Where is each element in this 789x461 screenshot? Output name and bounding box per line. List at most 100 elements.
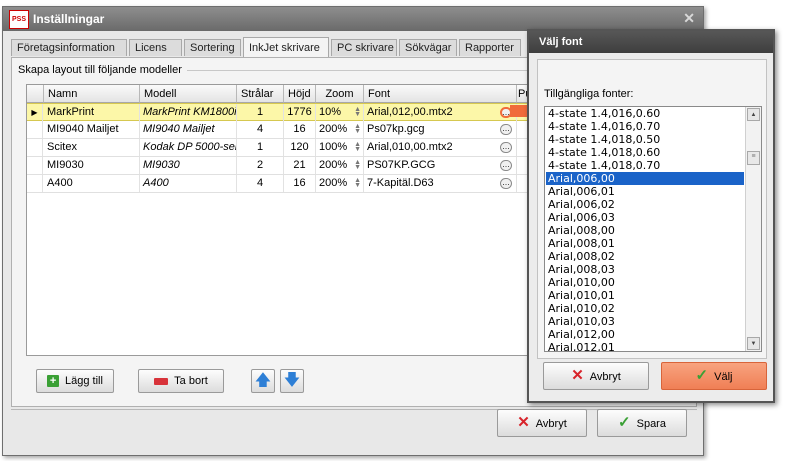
cell-namn[interactable]: A400: [44, 175, 140, 192]
plus-icon: +: [47, 375, 60, 388]
tab-inkjet-skrivare[interactable]: InkJet skrivare: [243, 37, 329, 57]
list-item[interactable]: Arial,010,02: [546, 302, 744, 315]
grid-header-font[interactable]: Font: [364, 85, 517, 103]
settings-title-bar[interactable]: PSS Inställningar ✕: [3, 7, 703, 31]
browse-font-button[interactable]: …: [500, 160, 512, 171]
list-item[interactable]: 4-state 1.4,016,0.70: [546, 120, 744, 133]
cell-namn[interactable]: MI9030: [44, 157, 140, 174]
list-item[interactable]: Arial,012,01: [546, 341, 744, 351]
font-value: Ps07kp.gcg: [367, 123, 425, 135]
list-item[interactable]: 4-state 1.4,018,0.50: [546, 133, 744, 146]
spinner-icon[interactable]: ▲ ▼: [354, 159, 361, 171]
cell-stralar[interactable]: 4: [237, 121, 284, 138]
scrollbar-thumb[interactable]: ≡: [747, 151, 760, 165]
tab-pc-skrivare[interactable]: PC skrivare: [331, 39, 397, 56]
cell-modell[interactable]: MarkPrint KM1800i: [140, 104, 237, 121]
list-item-selected[interactable]: Arial,006,00: [546, 172, 744, 185]
app-logo-icon: PSS: [9, 10, 29, 29]
spinner-icon[interactable]: ▲ ▼: [354, 106, 361, 118]
font-list-scrollbar[interactable]: ▲ ≡ ▼: [745, 107, 761, 351]
printer-model-grid[interactable]: Namn Modell Strålar Höjd Zoom Font Pu ▶ …: [26, 84, 529, 356]
cell-hojd[interactable]: 1776: [284, 104, 316, 121]
browse-font-button[interactable]: …: [500, 142, 512, 153]
add-button[interactable]: + Lägg till: [36, 369, 114, 393]
cell-font[interactable]: Arial,010,00.mtx2…: [364, 139, 517, 156]
cell-zoom[interactable]: 200% ▲ ▼: [316, 157, 364, 174]
list-item[interactable]: Arial,008,01: [546, 237, 744, 250]
tab-rapporter[interactable]: Rapporter: [459, 39, 521, 56]
table-row[interactable]: Scitex Kodak DP 5000-ser. 1 120 100% ▲ ▼ A…: [27, 139, 528, 157]
browse-font-button[interactable]: …: [500, 178, 512, 189]
cell-font[interactable]: Ps07kp.gcg …: [364, 121, 517, 138]
browse-font-button[interactable]: …: [500, 124, 512, 135]
cell-hojd[interactable]: 21: [284, 157, 316, 174]
list-item[interactable]: 4-state 1.4,018,0.70: [546, 159, 744, 172]
list-item[interactable]: Arial,012,00: [546, 328, 744, 341]
list-item[interactable]: Arial,010,03: [546, 315, 744, 328]
cell-hojd[interactable]: 16: [284, 121, 316, 138]
checkmark-icon: ✓: [695, 367, 709, 384]
close-icon: ✕: [571, 367, 584, 384]
cell-modell[interactable]: MI9040 Mailjet: [140, 121, 237, 138]
list-item[interactable]: Arial,010,00: [546, 276, 744, 289]
cell-zoom[interactable]: 200% ▲ ▼: [316, 175, 364, 192]
cell-stralar[interactable]: 1: [237, 104, 284, 121]
cell-zoom[interactable]: 100% ▲ ▼: [316, 139, 364, 156]
table-row[interactable]: ▶ MarkPrint MarkPrint KM1800i 1 1776 10%…: [27, 103, 528, 121]
font-cancel-button[interactable]: ✕ Avbryt: [543, 362, 649, 390]
grid-header-modell[interactable]: Modell: [140, 85, 237, 103]
remove-button[interactable]: Ta bort: [138, 369, 224, 393]
list-item[interactable]: Arial,008,03: [546, 263, 744, 276]
tab-licens[interactable]: Licens: [129, 39, 182, 56]
cell-font[interactable]: Arial,012,00.mtx2…: [364, 104, 517, 121]
cell-zoom[interactable]: 10% ▲ ▼: [316, 104, 364, 121]
list-item[interactable]: 4-state 1.4,018,0.60: [546, 146, 744, 159]
cell-namn[interactable]: Scitex: [44, 139, 140, 156]
cell-modell[interactable]: MI9030: [140, 157, 237, 174]
font-list[interactable]: 4-state 1.4,016,0.60 4-state 1.4,016,0.7…: [544, 106, 762, 352]
move-up-button[interactable]: 🡅: [251, 369, 275, 393]
cell-hojd[interactable]: 120: [284, 139, 316, 156]
grid-header-stralar[interactable]: Strålar: [237, 85, 284, 103]
list-item[interactable]: 4-state 1.4,016,0.60: [546, 107, 744, 120]
list-item[interactable]: Arial,006,02: [546, 198, 744, 211]
cell-stralar[interactable]: 2: [237, 157, 284, 174]
cell-zoom[interactable]: 200% ▲ ▼: [316, 121, 364, 138]
table-row[interactable]: MI9040 Mailjet MI9040 Mailjet 4 16 200% ▲…: [27, 121, 528, 139]
scroll-up-icon[interactable]: ▲: [747, 108, 760, 121]
cell-modell[interactable]: Kodak DP 5000-ser.: [140, 139, 237, 156]
list-item[interactable]: Arial,010,01: [546, 289, 744, 302]
cell-modell[interactable]: A400: [140, 175, 237, 192]
list-item[interactable]: Arial,006,01: [546, 185, 744, 198]
table-row[interactable]: MI9030 MI9030 2 21 200% ▲ ▼ PS07KP.GCG…: [27, 157, 528, 175]
spinner-icon[interactable]: ▲ ▼: [354, 123, 361, 135]
cell-stralar[interactable]: 1: [237, 139, 284, 156]
grid-header-namn[interactable]: Namn: [44, 85, 140, 103]
choose-font-button[interactable]: ✓ Välj: [661, 362, 767, 390]
tab-foretagsinformation[interactable]: Företagsinformation: [11, 39, 127, 56]
grid-header-hojd[interactable]: Höjd: [284, 85, 316, 103]
list-item[interactable]: Arial,008,00: [546, 224, 744, 237]
font-dialog-title[interactable]: Välj font: [529, 31, 773, 53]
grid-header-zoom[interactable]: Zoom: [316, 85, 364, 103]
add-button-label: Lägg till: [65, 375, 103, 387]
table-row[interactable]: A400 A400 4 16 200% ▲ ▼ 7-Kapitäl.D63…: [27, 175, 528, 193]
list-item[interactable]: Arial,008,02: [546, 250, 744, 263]
move-down-button[interactable]: 🡇: [280, 369, 304, 393]
cell-font[interactable]: 7-Kapitäl.D63…: [364, 175, 517, 192]
cell-namn[interactable]: MarkPrint: [44, 104, 140, 121]
spinner-icon[interactable]: ▲ ▼: [354, 141, 361, 153]
list-item[interactable]: Arial,006,03: [546, 211, 744, 224]
scroll-down-icon[interactable]: ▼: [747, 337, 760, 350]
tab-sortering[interactable]: Sortering: [184, 39, 241, 56]
cancel-button[interactable]: ✕ Avbryt: [497, 409, 587, 437]
tab-sokvagar[interactable]: Sökvägar: [399, 39, 457, 56]
cell-stralar[interactable]: 4: [237, 175, 284, 192]
save-button[interactable]: ✓ Spara: [597, 409, 687, 437]
cell-hojd[interactable]: 16: [284, 175, 316, 192]
close-icon[interactable]: ✕: [683, 10, 695, 27]
spinner-icon[interactable]: ▲ ▼: [354, 177, 361, 189]
cell-namn[interactable]: MI9040 Mailjet: [44, 121, 140, 138]
zoom-value: 10%: [319, 106, 342, 118]
cell-font[interactable]: PS07KP.GCG…: [364, 157, 517, 174]
